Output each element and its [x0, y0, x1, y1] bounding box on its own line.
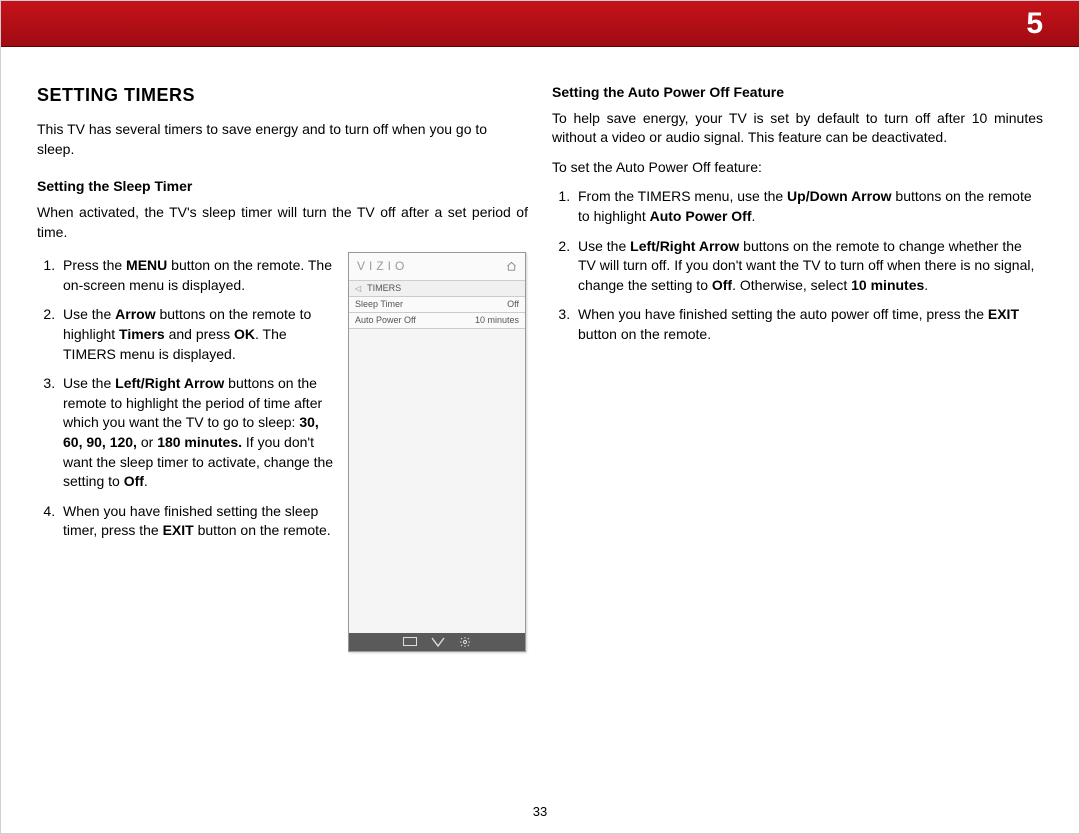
- chapter-band: 5: [1, 1, 1079, 47]
- wide-icon: [403, 637, 417, 647]
- menu-header: VIZIO: [349, 253, 525, 281]
- steps-with-inset: Press the MENU button on the remote. The…: [37, 252, 528, 652]
- auto-power-steps: From the TIMERS menu, use the Up/Down Ar…: [552, 187, 1043, 344]
- chapter-number: 5: [1026, 3, 1043, 45]
- row-value: Off: [507, 298, 519, 311]
- row-value: 10 minutes: [475, 314, 519, 327]
- tv-menu-illustration: VIZIO ◁ TIMERS Sleep Timer Off: [348, 252, 526, 652]
- vizio-v-icon: [431, 637, 445, 647]
- step-2: Use the Left/Right Arrow buttons on the …: [574, 237, 1043, 296]
- auto-power-lead: To set the Auto Power Off feature:: [552, 158, 1043, 178]
- gear-icon: [459, 636, 471, 648]
- brand-logo: VIZIO: [357, 258, 408, 275]
- manual-page: 5 SETTING TIMERS This TV has several tim…: [0, 0, 1080, 834]
- step-4: When you have finished setting the sleep…: [59, 502, 334, 541]
- subhead-auto-power-off: Setting the Auto Power Off Feature: [552, 83, 1043, 103]
- menu-footer: [349, 633, 525, 651]
- step-3: When you have finished setting the auto …: [574, 305, 1043, 344]
- home-icon: [506, 261, 517, 272]
- back-triangle-icon: ◁: [355, 283, 361, 294]
- intro-paragraph: This TV has several timers to save energ…: [37, 120, 528, 159]
- intro-text: This TV has several timers to save energ…: [37, 120, 528, 159]
- page-content: SETTING TIMERS This TV has several timer…: [1, 47, 1079, 833]
- section-title: SETTING TIMERS: [37, 83, 528, 108]
- auto-power-desc: To help save energy, your TV is set by d…: [552, 109, 1043, 148]
- sleep-timer-steps: Press the MENU button on the remote. The…: [37, 252, 334, 652]
- row-label: Auto Power Off: [355, 314, 416, 327]
- menu-row-sleep-timer: Sleep Timer Off: [349, 297, 525, 313]
- column-left: SETTING TIMERS This TV has several timer…: [37, 83, 528, 833]
- step-2: Use the Arrow buttons on the remote to h…: [59, 305, 334, 364]
- row-label: Sleep Timer: [355, 298, 403, 311]
- step-1: From the TIMERS menu, use the Up/Down Ar…: [574, 187, 1043, 226]
- sleep-timer-desc: When activated, the TV's sleep timer wil…: [37, 203, 528, 242]
- subhead-sleep-timer: Setting the Sleep Timer: [37, 177, 528, 197]
- menu-title-row: ◁ TIMERS: [349, 281, 525, 297]
- column-right: Setting the Auto Power Off Feature To he…: [552, 83, 1043, 833]
- menu-inset-wrapper: VIZIO ◁ TIMERS Sleep Timer Off: [348, 252, 528, 652]
- menu-title: TIMERS: [367, 282, 401, 295]
- step-1: Press the MENU button on the remote. The…: [59, 256, 334, 295]
- menu-row-auto-power-off: Auto Power Off 10 minutes: [349, 313, 525, 329]
- menu-spacer: [349, 329, 525, 633]
- page-number: 33: [1, 803, 1079, 821]
- step-3: Use the Left/Right Arrow buttons on the …: [59, 374, 334, 492]
